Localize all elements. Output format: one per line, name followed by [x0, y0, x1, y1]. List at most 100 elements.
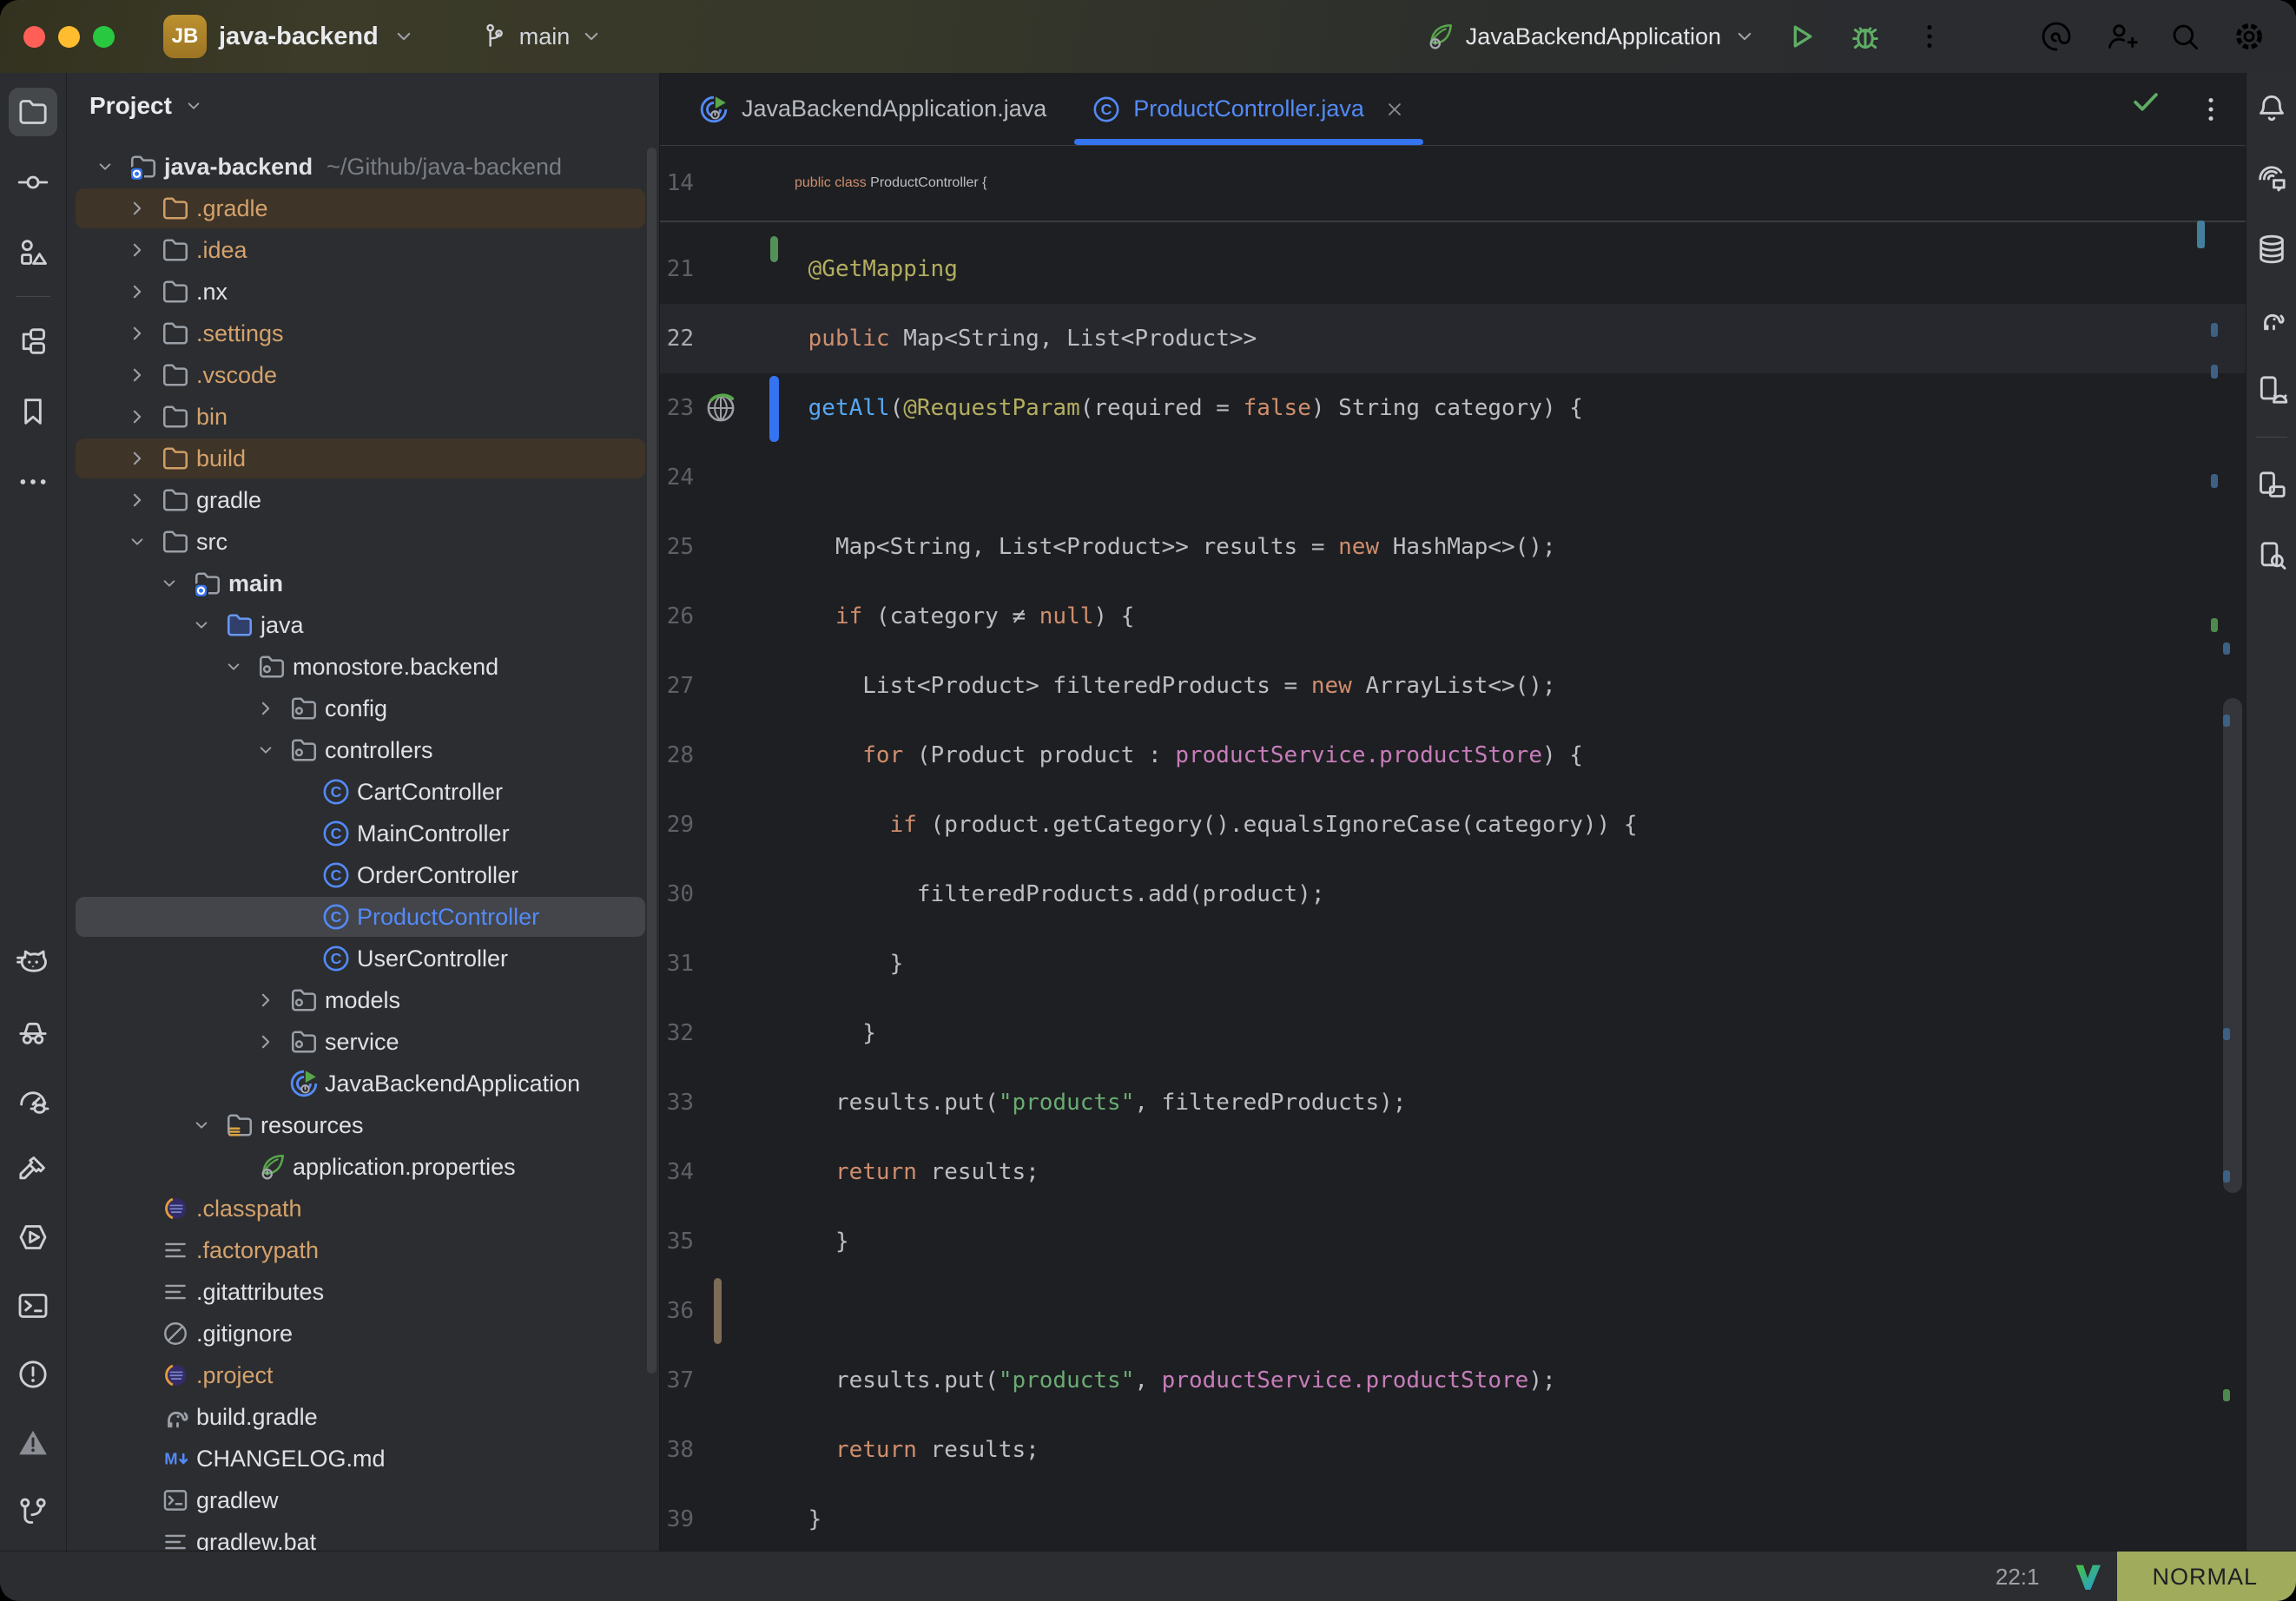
caret-position-widget[interactable]: 22:1 [1996, 1564, 2040, 1591]
vcs-branch-widget[interactable]: main [481, 22, 605, 51]
chevron-right-icon[interactable] [118, 487, 156, 513]
close-window-button[interactable] [23, 26, 45, 48]
chevron-right-icon[interactable] [118, 320, 156, 346]
chevron-down-icon[interactable] [247, 739, 285, 761]
tree-row-gradlew[interactable]: gradlew [67, 1479, 647, 1521]
tree-row-java[interactable]: java [67, 604, 647, 646]
tree-row-application-properties[interactable]: application.properties [67, 1146, 647, 1188]
tree-row-models[interactable]: models [67, 979, 647, 1021]
tree-row--settings[interactable]: .settings [67, 313, 647, 354]
tree-row-service[interactable]: service [67, 1021, 647, 1063]
project-panel-header[interactable]: Project [67, 73, 659, 139]
tool-bookmarks-button[interactable] [9, 376, 57, 446]
tree-row-config[interactable]: config [67, 688, 647, 729]
code-line-26[interactable]: 26 if (category ≠ null) { [660, 582, 2246, 651]
code-line-36[interactable]: 36 [660, 1276, 2246, 1346]
minimize-window-button[interactable] [58, 26, 80, 48]
tree-row--gradle[interactable]: .gradle [67, 188, 647, 229]
chevron-down-icon[interactable] [182, 614, 221, 636]
code-line-37[interactable]: 37 results.put("products", productServic… [660, 1346, 2246, 1415]
tool-device-manager-button[interactable] [2247, 354, 2296, 425]
tool-incognito-button[interactable] [9, 997, 57, 1065]
chevron-right-icon[interactable] [247, 1029, 285, 1055]
chevron-right-icon[interactable] [118, 404, 156, 430]
close-tab-icon[interactable] [1383, 98, 1406, 121]
chevron-down-icon[interactable] [150, 572, 188, 595]
chevron-down-icon[interactable] [214, 656, 253, 678]
tree-row-build-gradle[interactable]: build.gradle [67, 1396, 647, 1438]
code-line-32[interactable]: 32 } [660, 998, 2246, 1068]
tool-warnings-button[interactable] [9, 1408, 57, 1477]
tree-row-controllers[interactable]: controllers [67, 729, 647, 771]
tool-services-button[interactable] [9, 1202, 57, 1271]
ideavim-icon[interactable] [2070, 1559, 2105, 1594]
tree-row-javabackendapplication[interactable]: JavaBackendApplication [67, 1063, 647, 1104]
run-configuration-selector[interactable]: JavaBackendApplication [1424, 21, 1758, 52]
tree-row--factorypath[interactable]: .factorypath [67, 1229, 647, 1271]
tree-row-cartcontroller[interactable]: CCartController [67, 771, 647, 813]
code-line-39[interactable]: 39 } [660, 1485, 2246, 1551]
tool-commit-button[interactable] [9, 147, 57, 217]
chevron-right-icon[interactable] [118, 237, 156, 263]
zoom-window-button[interactable] [93, 26, 115, 48]
chevron-down-icon[interactable] [182, 1114, 221, 1137]
tool-profiler-button[interactable] [9, 1065, 57, 1134]
tree-row--vscode[interactable]: .vscode [67, 354, 647, 396]
tree-row-src[interactable]: src [67, 521, 647, 563]
tree-row--gitignore[interactable]: .gitignore [67, 1313, 647, 1354]
code-line-22[interactable]: 22 public Map<String, List<Product>> [660, 304, 2246, 373]
more-actions-button[interactable] [1909, 16, 1950, 57]
sticky-line[interactable]: 14public class ProductController { [660, 146, 2246, 222]
inspections-ok-icon[interactable] [2129, 85, 2162, 118]
settings-button[interactable] [2228, 16, 2270, 57]
tool-dependencies-button[interactable] [9, 306, 57, 376]
editor-tab-javabackendapplication-java[interactable]: JavaBackendApplication.java [676, 73, 1069, 145]
run-button[interactable] [1780, 16, 1822, 57]
code-line-28[interactable]: 28 for (Product product : productService… [660, 721, 2246, 790]
code-with-me-button[interactable] [2100, 16, 2141, 57]
tool-project-folder-button[interactable] [9, 76, 57, 147]
tool-build-hammer-button[interactable] [9, 1134, 57, 1202]
tree-row--gitattributes[interactable]: .gitattributes [67, 1271, 647, 1313]
code-line-25[interactable]: 25 Map<String, List<Product>> results = … [660, 512, 2246, 582]
tree-row-maincontroller[interactable]: CMainController [67, 813, 647, 854]
tool-device-explorer-button[interactable] [2247, 520, 2296, 590]
chevron-right-icon[interactable] [118, 279, 156, 305]
tree-row-changelog-md[interactable]: MCHANGELOG.md [67, 1438, 647, 1479]
tree-row--idea[interactable]: .idea [67, 229, 647, 271]
code-line-34[interactable]: 34 return results; [660, 1137, 2246, 1207]
tab-options-button[interactable] [2195, 94, 2227, 125]
code-line-35[interactable]: 35 } [660, 1207, 2246, 1276]
search-everywhere-button[interactable] [2164, 16, 2206, 57]
chevron-right-icon[interactable] [247, 695, 285, 721]
chevron-right-icon[interactable] [118, 195, 156, 221]
tool-structure-button[interactable] [9, 217, 57, 287]
editor-scrollbar[interactable] [2223, 698, 2242, 1193]
tool-database-button[interactable] [2247, 214, 2296, 284]
chevron-right-icon[interactable] [247, 987, 285, 1013]
project-tree-scrollbar[interactable] [647, 148, 656, 1374]
tree-row-gradlew-bat[interactable]: gradlew.bat [67, 1521, 647, 1551]
tool-terminal-button[interactable] [9, 1271, 57, 1340]
tree-row--nx[interactable]: .nx [67, 271, 647, 313]
debug-button[interactable] [1844, 16, 1886, 57]
code-line-31[interactable]: 31 } [660, 929, 2246, 998]
tree-row-bin[interactable]: bin [67, 396, 647, 438]
chevron-down-icon[interactable] [118, 530, 156, 553]
tree-row-monostore-backend[interactable]: monostore.backend [67, 646, 647, 688]
tool-copilot-cat-button[interactable] [9, 928, 57, 997]
code-line-24[interactable]: 24 [660, 443, 2246, 512]
code-viewport[interactable]: 21 @GetMapping22 public Map<String, List… [660, 221, 2246, 1551]
chevron-right-icon[interactable] [118, 362, 156, 388]
editor-tab-productcontroller-java[interactable]: CProductController.java [1069, 73, 1428, 145]
code-line-21[interactable]: 21 @GetMapping [660, 234, 2246, 304]
tool-ai-chat-button[interactable] [2247, 143, 2296, 214]
chevron-right-icon[interactable] [118, 445, 156, 471]
endpoint-globe-icon[interactable] [703, 391, 738, 425]
tree-row-gradle[interactable]: gradle [67, 479, 647, 521]
tree-row-productcontroller[interactable]: CProductController [67, 896, 647, 938]
tree-row-ordercontroller[interactable]: COrderController [67, 854, 647, 896]
vim-mode-badge[interactable]: NORMAL [2117, 1552, 2296, 1601]
tree-row-usercontroller[interactable]: CUserController [67, 938, 647, 979]
code-line-30[interactable]: 30 filteredProducts.add(product); [660, 860, 2246, 929]
